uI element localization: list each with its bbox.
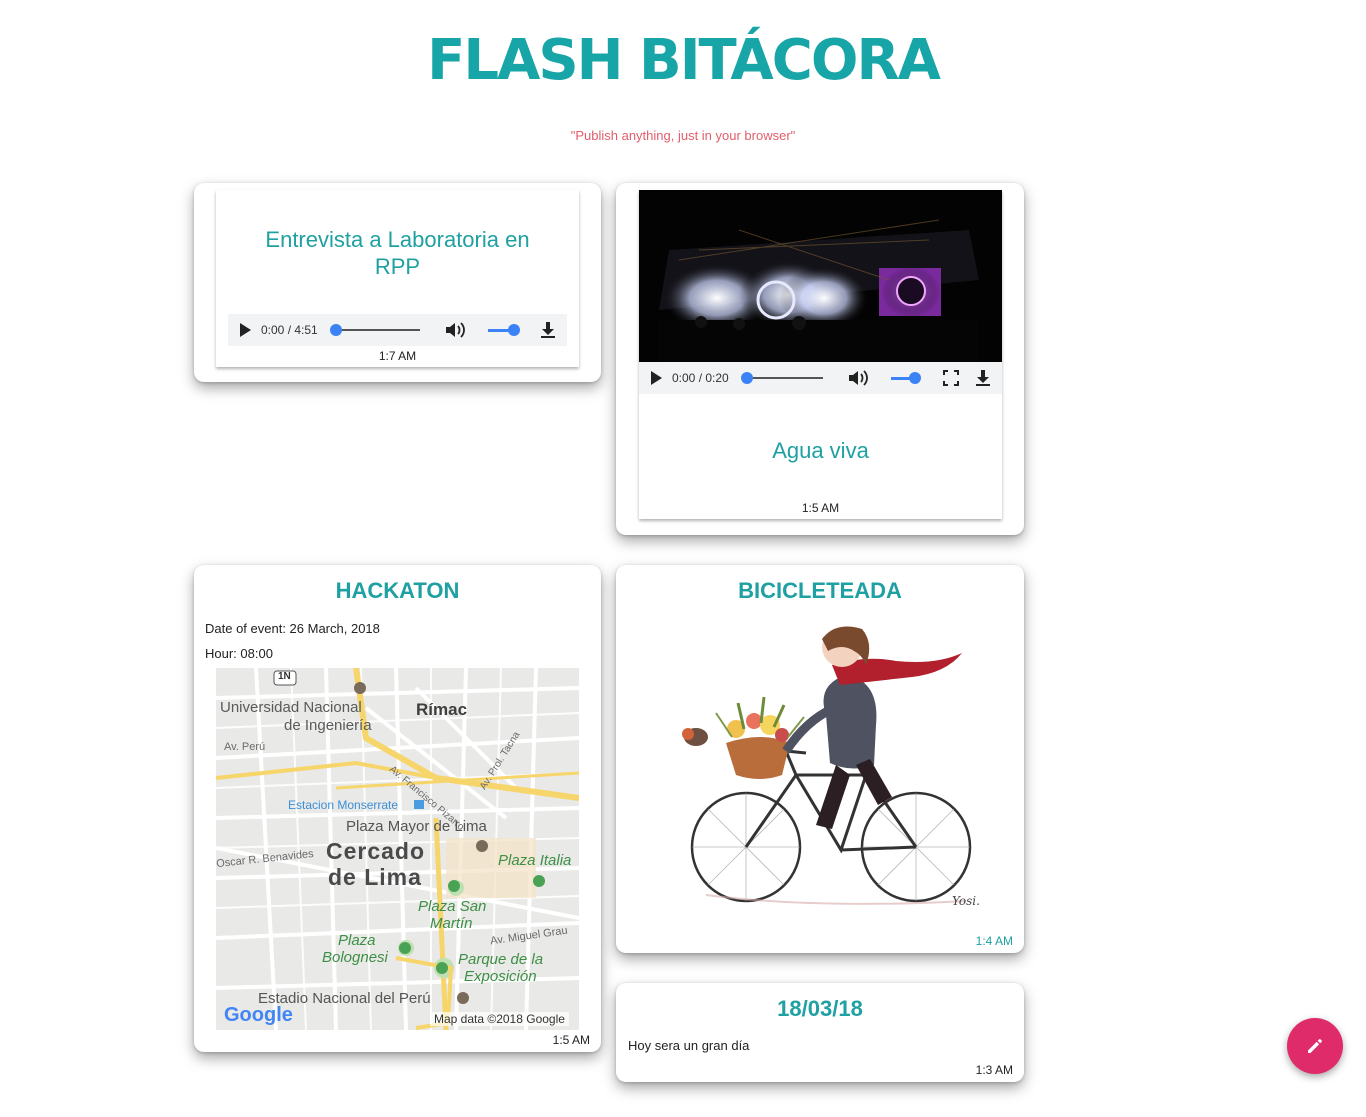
video-frame[interactable] xyxy=(639,190,1002,362)
event-post-title: HACKATON xyxy=(335,578,460,603)
google-logo: Google xyxy=(224,1004,293,1026)
map-label-bolognesi: Plaza xyxy=(338,932,376,949)
image-post-title: BICICLETEADA xyxy=(738,578,902,603)
event-map[interactable]: 1N Universidad Nacional de Ingeniería Rí… xyxy=(216,668,579,1030)
video-seek-knob[interactable] xyxy=(740,372,753,384)
volume-icon[interactable] xyxy=(444,321,466,339)
artist-signature: Yosi. xyxy=(952,894,980,908)
pencil-icon xyxy=(1305,1036,1325,1056)
map-label-de-lima: de Lima xyxy=(328,864,422,890)
video-player-time: 0:00 / 0:20 xyxy=(672,371,729,385)
audio-player[interactable]: 0:00 / 4:51 xyxy=(228,314,567,346)
audio-seek-bar[interactable] xyxy=(329,324,420,336)
map-label-cercado: Cercado xyxy=(326,838,426,864)
image-post-card: BICICLETEADA Yosi. 1:4 AM xyxy=(616,565,1024,953)
video-post-inner: 0:00 / 0:20 Agua viva 1:5 AM xyxy=(639,190,1002,519)
map-label-san-martin: Plaza San xyxy=(418,898,487,915)
page-title: FLASH BITÁCORA xyxy=(427,28,941,93)
girl-on-bicycle-image: Yosi. xyxy=(682,626,980,908)
map-route-label: 1N xyxy=(278,671,291,682)
bicycle-illustration: Yosi. xyxy=(666,625,986,915)
audio-post-title: Entrevista a Laboratoria en RPP xyxy=(265,227,530,279)
text-post-time: 1:3 AM xyxy=(975,1063,1013,1077)
video-seek-bar[interactable] xyxy=(740,372,823,384)
map-label-san-martin2: Martín xyxy=(430,915,473,932)
map-label-av-peru: Av. Perú xyxy=(224,741,266,753)
download-icon[interactable] xyxy=(975,369,991,387)
audio-post-card: Entrevista a Laboratoria en RPP 0:00 / 4… xyxy=(194,183,601,382)
play-icon[interactable] xyxy=(651,371,662,385)
concert-stage-image xyxy=(639,190,1002,362)
map-label-uni2: de Ingeniería xyxy=(284,717,372,734)
map-label-uni: Universidad Nacional xyxy=(220,699,362,716)
event-post-time: 1:5 AM xyxy=(552,1033,590,1047)
map-label-plaza-italia: Plaza Italia xyxy=(498,852,572,869)
event-date: Date of event: 26 March, 2018 xyxy=(205,621,380,636)
video-volume-knob[interactable] xyxy=(908,371,921,384)
audio-volume-slider[interactable] xyxy=(487,323,520,336)
download-icon[interactable] xyxy=(540,321,556,339)
video-post-card: 0:00 / 0:20 Agua viva 1:5 AM xyxy=(616,183,1024,535)
fullscreen-icon[interactable] xyxy=(942,370,959,386)
text-post-body: Hoy sera un gran día xyxy=(628,1038,750,1053)
text-post-card: 18/03/18 Hoy sera un gran día 1:3 AM xyxy=(616,983,1024,1082)
audio-volume-knob[interactable] xyxy=(507,323,520,336)
map-label-rimac: Rímac xyxy=(416,700,468,719)
audio-player-time: 0:00 / 4:51 xyxy=(261,323,318,337)
video-player-controls[interactable]: 0:00 / 0:20 xyxy=(639,362,1002,394)
map-credit: Map data ©2018 Google xyxy=(430,1012,569,1026)
map-label-monserrate: Estacion Monserrate xyxy=(288,798,399,812)
map-label-bolognesi2: Bolognesi xyxy=(322,949,388,966)
image-post-time: 1:4 AM xyxy=(975,934,1013,948)
play-icon[interactable] xyxy=(240,323,251,337)
video-volume-slider[interactable] xyxy=(890,371,921,384)
event-hour: Hour: 08:00 xyxy=(205,646,273,661)
video-post-time: 1:5 AM xyxy=(801,501,840,515)
audio-seek-knob[interactable] xyxy=(329,324,342,336)
page-subtitle: "Publish anything, just in your browser" xyxy=(570,128,796,143)
volume-icon[interactable] xyxy=(847,369,869,387)
audio-post-inner: Entrevista a Laboratoria en RPP 0:00 / 4… xyxy=(216,190,579,367)
text-post-title: 18/03/18 xyxy=(777,996,863,1021)
video-post-title: Agua viva xyxy=(772,438,869,463)
map-label-parque2: Exposición xyxy=(464,968,537,985)
audio-post-time: 1:7 AM xyxy=(378,349,417,363)
map-label-parque: Parque de la xyxy=(458,951,544,968)
new-post-button[interactable] xyxy=(1287,1018,1343,1074)
map-label-plaza-mayor: Plaza Mayor de Lima xyxy=(346,818,487,835)
event-post-card: HACKATON Date of event: 26 March, 2018 H… xyxy=(194,565,601,1052)
